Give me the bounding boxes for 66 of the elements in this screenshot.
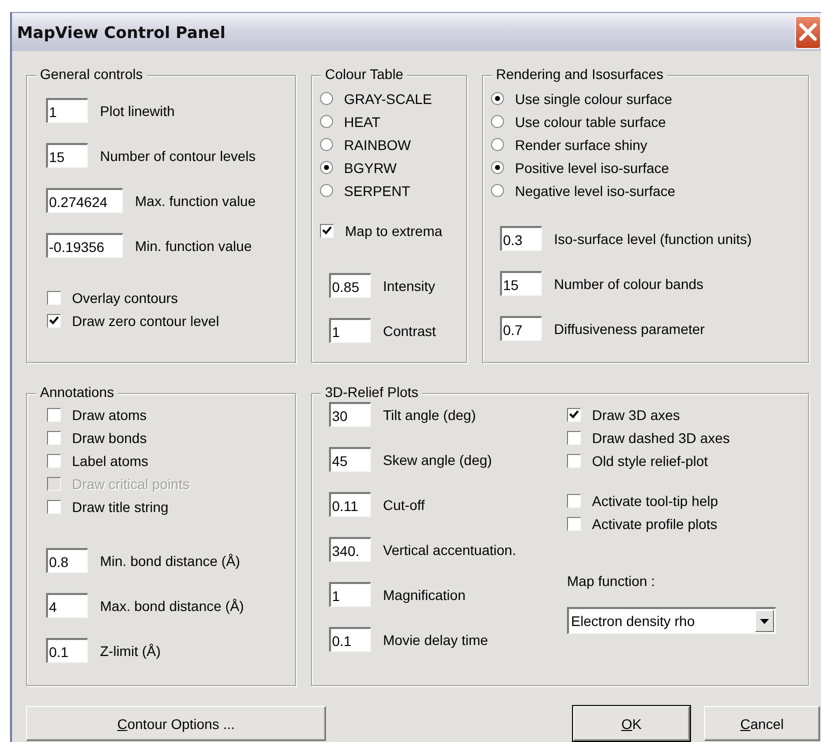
checkbox-label: Activate profile plots: [592, 516, 718, 532]
input-field[interactable]: 45: [329, 447, 371, 472]
checkbox-label: Map to extrema: [345, 222, 442, 238]
input-field[interactable]: 0.3: [500, 226, 542, 251]
field-label: Max. bond distance (Å): [100, 598, 244, 614]
input-field[interactable]: 15: [500, 271, 542, 296]
radio-label: HEAT: [344, 114, 380, 130]
input-field[interactable]: 0.274624: [46, 188, 123, 213]
input-field[interactable]: 15: [46, 143, 88, 168]
field-label: Min. function value: [135, 238, 252, 254]
input-field[interactable]: -0.19356: [46, 233, 123, 258]
field-label: Tilt angle (deg): [383, 406, 476, 422]
field-label: Min. bond distance (Å): [100, 552, 240, 568]
checkbox-label: Activate tool-tip help: [592, 492, 718, 508]
input-field[interactable]: 0.11: [329, 492, 371, 517]
input-field[interactable]: 1: [329, 318, 371, 343]
field-label: Magnification: [383, 586, 466, 602]
field-label: Intensity: [383, 278, 436, 294]
checkbox-label: Overlay contours: [72, 290, 178, 306]
checkbox-label: Draw zero contour level: [72, 312, 220, 328]
input-field[interactable]: 0.8: [46, 548, 88, 573]
field-label: Contrast: [383, 322, 436, 338]
radio-label: SERPENT: [344, 182, 410, 198]
radio-label: BGYRW: [344, 160, 397, 176]
dialog-button[interactable]: Cancel: [704, 706, 820, 741]
field-label: Skew angle (deg): [383, 452, 492, 468]
field-label: Diffusiveness parameter: [554, 320, 705, 336]
field-label: Iso-surface level (function units): [554, 230, 752, 246]
group-title: Rendering and Isosurfaces: [492, 66, 668, 83]
radio-label: Render surface shiny: [515, 136, 648, 152]
checkbox-label: Draw title string: [72, 498, 168, 514]
input-field[interactable]: 0.1: [46, 638, 88, 663]
field-label: Vertical accentuation.: [383, 542, 516, 558]
field-label: Movie delay time: [383, 632, 488, 648]
field-label: Map function :: [567, 573, 655, 589]
field-label: Plot linewith: [100, 102, 175, 118]
checkbox-label: Label atoms: [72, 452, 148, 468]
input-field[interactable]: 1: [329, 582, 371, 607]
checkbox-label: Draw atoms: [72, 406, 147, 422]
input-field[interactable]: 1: [46, 98, 88, 123]
radio-label: RAINBOW: [344, 136, 411, 152]
checkbox-label: Draw critical points: [72, 476, 190, 492]
dialog-button[interactable]: OK: [573, 706, 690, 741]
input-field[interactable]: 0.7: [500, 316, 542, 341]
radio-label: Negative level iso-surface: [515, 182, 676, 198]
radio-label: Positive level iso-surface: [515, 160, 670, 176]
field-label: Z-limit (Å): [100, 642, 161, 658]
field-label: Max. function value: [135, 192, 256, 208]
input-field[interactable]: 4: [46, 593, 88, 618]
field-label: Number of contour levels: [100, 148, 256, 164]
window-title: MapView Control Panel: [16, 22, 226, 42]
field-label: Number of colour bands: [554, 276, 704, 292]
checkbox-label: Draw dashed 3D axes: [592, 430, 730, 446]
checkbox-label: Draw 3D axes: [592, 406, 680, 422]
input-field[interactable]: 0.85: [329, 273, 371, 298]
dialog-button[interactable]: Contour Options ...: [26, 706, 326, 741]
input-field[interactable]: 340.: [329, 537, 371, 562]
radio-label: Use colour table surface: [515, 114, 666, 130]
dropdown[interactable]: Electron density rho: [567, 607, 776, 634]
radio-label: GRAY-SCALE: [344, 90, 432, 106]
checkbox-label: Old style relief-plot: [592, 452, 708, 468]
checkbox-label: Draw bonds: [72, 430, 147, 446]
input-field[interactable]: 30: [329, 402, 371, 427]
radio-label: Use single colour surface: [515, 90, 672, 106]
input-field[interactable]: 0.1: [329, 627, 371, 652]
field-label: Cut-off: [383, 496, 425, 512]
